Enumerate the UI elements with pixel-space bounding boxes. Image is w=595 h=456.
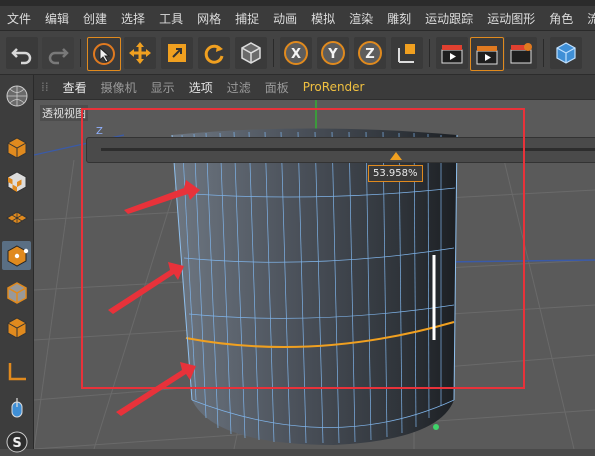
points-cube-icon (7, 244, 28, 267)
svg-text:Y: Y (327, 47, 338, 62)
menu-simulate[interactable]: 模拟 (304, 10, 342, 27)
menu-render[interactable]: 渲染 (342, 10, 380, 27)
selection-cursor-icon (93, 43, 115, 65)
move-arrows-icon (129, 42, 151, 64)
svg-text:X: X (291, 47, 301, 62)
view-menu-filter[interactable]: 过滤 (220, 79, 258, 96)
axis-x-lock-button[interactable]: X (280, 37, 312, 69)
redo-icon (48, 48, 69, 65)
live-selection-button[interactable] (87, 37, 121, 71)
undo-icon (11, 48, 32, 65)
coordinate-system-button[interactable] (391, 37, 423, 69)
workplane-grid-icon (5, 210, 28, 225)
coordinate-system-icon (398, 44, 415, 63)
snap-button[interactable]: S (2, 427, 31, 456)
menu-mograph[interactable]: 运动图形 (480, 10, 542, 27)
blue-cube-icon (556, 42, 576, 64)
menu-snap[interactable]: 捕捉 (228, 10, 266, 27)
render-to-picture-viewer-button[interactable] (470, 37, 504, 71)
annotation-highlight-box (81, 108, 525, 389)
menu-select[interactable]: 选择 (114, 10, 152, 27)
make-editable-button[interactable] (2, 81, 31, 110)
scale-icon (168, 44, 186, 62)
workplane-mode-button[interactable] (2, 201, 31, 230)
model-cube-icon (7, 136, 26, 159)
axis-x-icon: X (284, 41, 308, 65)
points-mode-button[interactable] (2, 241, 31, 270)
undo-button[interactable] (6, 37, 38, 69)
toolbar-separator (543, 39, 544, 67)
axis-corner-icon (8, 362, 26, 380)
mouse-icon (11, 397, 22, 417)
recent-tool-button[interactable] (235, 37, 267, 69)
clapper-gear-icon (510, 43, 532, 64)
clapper-icon (441, 45, 463, 64)
menu-motion-tracking[interactable]: 运动跟踪 (418, 10, 480, 27)
move-tool-button[interactable] (124, 37, 156, 69)
cube-tool-icon (241, 42, 261, 64)
axis-z-lock-button[interactable]: Z (354, 37, 386, 69)
rotate-tool-button[interactable] (198, 37, 230, 69)
menu-tools[interactable]: 工具 (152, 10, 190, 27)
toolbar-separator (273, 39, 274, 67)
model-mode-button[interactable] (2, 133, 31, 162)
svg-text:Z: Z (365, 47, 374, 62)
main-menu-bar: 文件 编辑 创建 选择 工具 网格 捕捉 动画 模拟 渲染 雕刻 运动跟踪 运动… (0, 6, 595, 31)
edges-mode-button[interactable] (2, 278, 31, 307)
menu-pipeline[interactable]: 流水线 (580, 10, 595, 27)
axis-enable-button[interactable] (2, 357, 31, 386)
menu-edit[interactable]: 编辑 (38, 10, 76, 27)
svg-text:S: S (12, 436, 21, 451)
scale-tool-button[interactable] (161, 37, 193, 69)
perspective-viewport[interactable]: Z 透视视图 53.958% (34, 100, 595, 449)
view-menu-options[interactable]: 选项 (182, 79, 220, 96)
viewport-grip-icon: ⁞⁞ (41, 80, 49, 94)
clapper-picture-viewer-icon (476, 46, 498, 65)
view-menu-prorender[interactable]: ProRender (296, 80, 372, 94)
view-menu-cameras[interactable]: 摄像机 (94, 79, 144, 96)
rotate-icon (204, 44, 224, 64)
toolbar-separator (80, 39, 81, 67)
texture-mode-button[interactable] (2, 167, 31, 196)
menu-character[interactable]: 角色 (542, 10, 580, 27)
mesh-point (433, 424, 439, 430)
snap-s-icon: S (6, 431, 27, 452)
sphere-grid-icon (6, 85, 27, 106)
menu-file[interactable]: 文件 (0, 10, 38, 27)
menu-animate[interactable]: 动画 (266, 10, 304, 27)
main-toolbar: X Y Z (0, 31, 595, 75)
redo-button[interactable] (42, 37, 74, 69)
menu-mesh[interactable]: 网格 (190, 10, 228, 27)
add-cube-button[interactable] (550, 37, 582, 69)
checker-cube-icon (7, 170, 26, 193)
axis-y-lock-button[interactable]: Y (317, 37, 349, 69)
edges-cube-icon (6, 281, 27, 304)
view-menu-view[interactable]: 查看 (56, 79, 94, 96)
tweak-mode-button[interactable] (2, 393, 31, 422)
viewport-menu-bar: ⁞⁞ 查看 摄像机 显示 选项 过滤 面板 ProRender (34, 75, 595, 100)
axis-z-icon: Z (358, 41, 382, 65)
menu-sculpt[interactable]: 雕刻 (380, 10, 418, 27)
left-mode-palette: S (0, 75, 34, 452)
render-settings-button[interactable] (505, 37, 537, 69)
polygons-mode-button[interactable] (2, 313, 31, 342)
view-menu-panel[interactable]: 面板 (258, 79, 296, 96)
render-view-button[interactable] (436, 37, 468, 69)
toolbar-separator (429, 39, 430, 67)
polygons-cube-icon (7, 316, 26, 339)
view-menu-display[interactable]: 显示 (144, 79, 182, 96)
axis-y-icon: Y (321, 41, 345, 65)
menu-create[interactable]: 创建 (76, 10, 114, 27)
